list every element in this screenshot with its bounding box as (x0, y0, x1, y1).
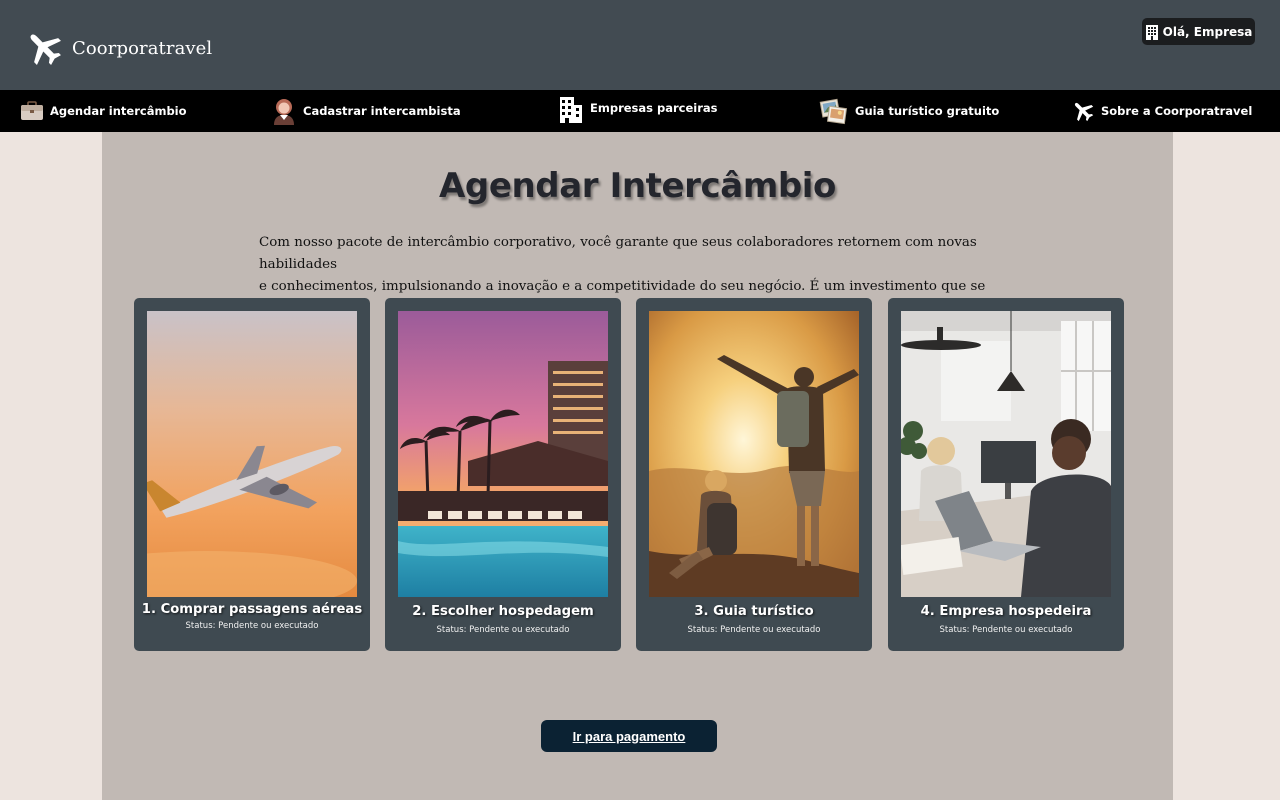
building-icon (560, 97, 582, 123)
card-title: 2. Escolher hospedagem (412, 604, 594, 619)
card-title: 3. Guia turístico (694, 604, 814, 619)
card-status: Status: Pendente ou executado (185, 621, 319, 631)
step-card-guia[interactable]: 3. Guia turístico Status: Pendente ou ex… (636, 298, 872, 651)
go-to-payment-button[interactable]: Ir para pagamento (541, 720, 717, 752)
card-status: Status: Pendente ou executado (939, 625, 1073, 635)
main-nav: Agendar intercâmbio Cadastrar intercambi… (0, 90, 1280, 132)
resort-pool-photo (398, 311, 608, 597)
person-icon (274, 99, 294, 125)
intro-line-1: Com nosso pacote de intercâmbio corporat… (259, 235, 977, 272)
nav-item-sobre[interactable]: Sobre a Coorporatravel (1071, 90, 1252, 132)
nav-label: Guia turístico gratuito (855, 104, 1000, 118)
step-card-hospedagem[interactable]: 2. Escolher hospedagem Status: Pendente … (385, 298, 621, 651)
step-cards: 1. Comprar passagens aéreas Status: Pend… (134, 298, 1126, 651)
office-workers-photo (901, 311, 1111, 597)
nav-item-agendar[interactable]: Agendar intercâmbio (20, 90, 187, 132)
nav-label: Agendar intercâmbio (50, 104, 187, 118)
building-icon (1145, 24, 1158, 40)
card-title: 4. Empresa hospedeira (920, 604, 1092, 619)
nav-label: Cadastrar intercambista (303, 104, 461, 118)
main-panel: Agendar Intercâmbio Com nosso pacote de … (102, 132, 1173, 800)
top-header: Coorporatravel Olá, Empresa (0, 0, 1280, 90)
brand-logo[interactable]: Coorporatravel (24, 28, 212, 68)
step-card-empresa[interactable]: 4. Empresa hospedeira Status: Pendente o… (888, 298, 1124, 651)
card-status: Status: Pendente ou executado (687, 625, 821, 635)
card-title: 1. Comprar passagens aéreas (141, 602, 363, 617)
greeting-label: Olá, Empresa (1162, 24, 1253, 39)
card-status: Status: Pendente ou executado (436, 625, 570, 635)
brand-name: Coorporatravel (72, 37, 213, 59)
nav-label: Sobre a Coorporatravel (1101, 104, 1253, 118)
nav-item-cadastrar[interactable]: Cadastrar intercambista (271, 90, 461, 132)
briefcase-icon (21, 101, 43, 120)
airplane-sunset-photo (147, 311, 357, 597)
airplane-icon (1074, 102, 1094, 122)
nav-label: Empresas parceiras (590, 101, 718, 115)
nav-item-empresas[interactable]: Empresas parceiras (558, 87, 718, 129)
hikers-mountain-photo (649, 311, 859, 597)
airplane-logo-icon (30, 34, 61, 65)
photos-icon (819, 98, 848, 125)
step-card-passagens[interactable]: 1. Comprar passagens aéreas Status: Pend… (134, 298, 370, 651)
nav-item-guia[interactable]: Guia turístico gratuito (819, 90, 999, 132)
user-greeting-button[interactable]: Olá, Empresa (1142, 18, 1255, 45)
page-title: Agendar Intercâmbio (438, 166, 836, 206)
